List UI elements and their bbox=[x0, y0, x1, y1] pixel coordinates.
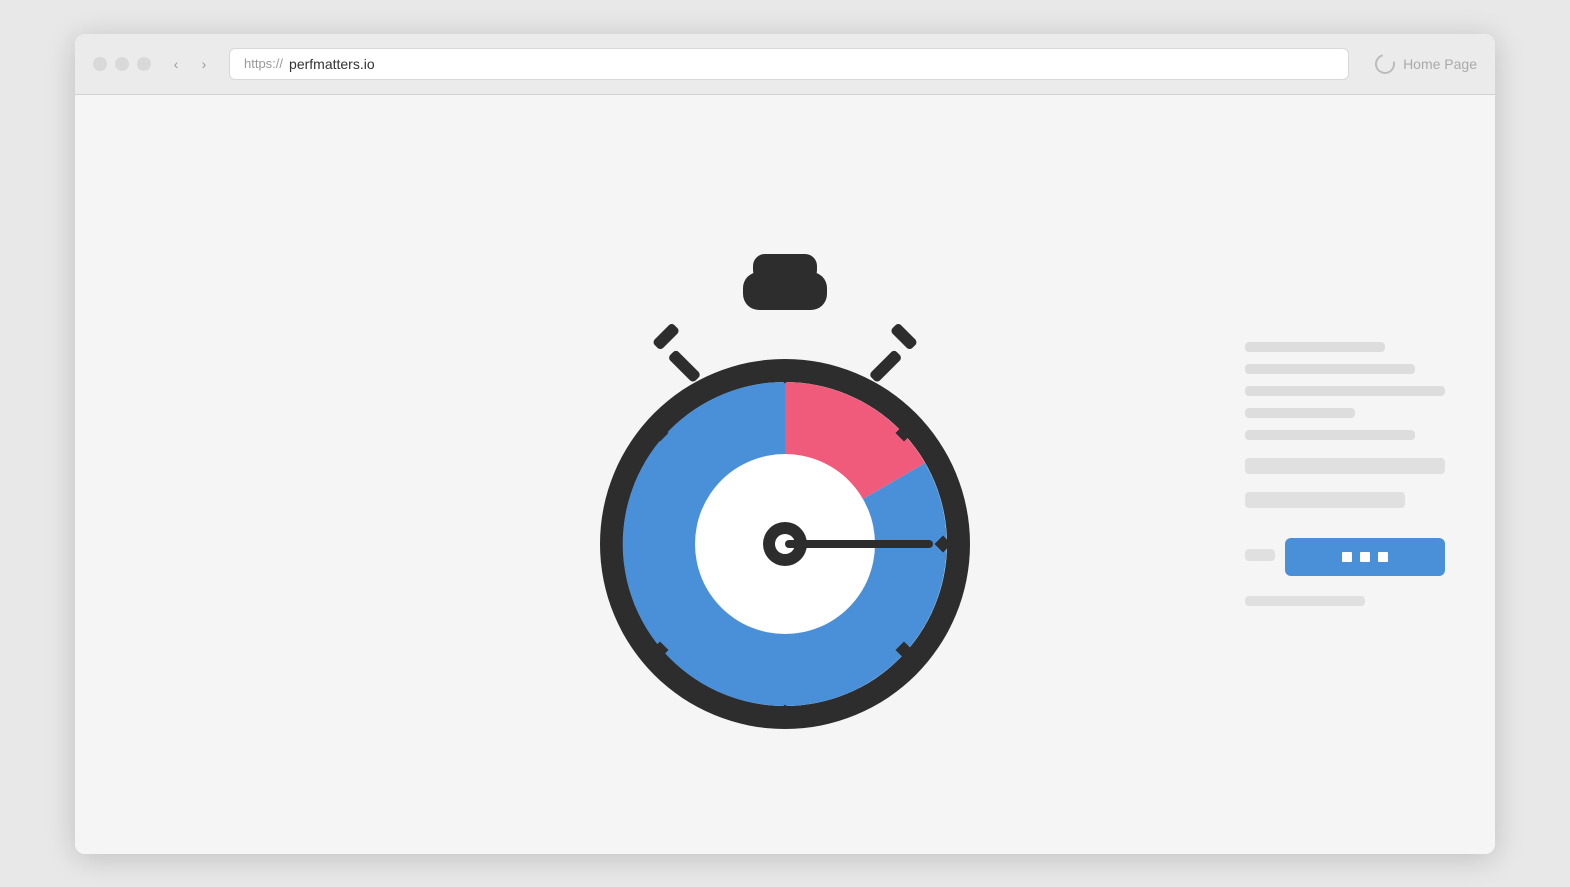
browser-content bbox=[75, 95, 1495, 854]
placeholder-line-5 bbox=[1245, 430, 1415, 440]
back-button[interactable]: ‹ bbox=[165, 53, 187, 75]
url-protocol: https:// bbox=[244, 56, 283, 71]
reload-button[interactable]: Home Page bbox=[1375, 54, 1477, 74]
browser-window: ‹ › https:// perfmatters.io Home Page bbox=[75, 34, 1495, 854]
address-bar[interactable]: https:// perfmatters.io bbox=[229, 48, 1349, 80]
cta-dot-1 bbox=[1342, 552, 1352, 562]
forward-button[interactable]: › bbox=[193, 53, 215, 75]
stopwatch-illustration bbox=[575, 214, 995, 734]
nav-buttons: ‹ › bbox=[165, 53, 215, 75]
cta-dot-2 bbox=[1360, 552, 1370, 562]
placeholder-block-1 bbox=[1245, 458, 1445, 474]
placeholder-line-2 bbox=[1245, 364, 1415, 374]
placeholder-block-4 bbox=[1245, 596, 1365, 606]
cta-dot-3 bbox=[1378, 552, 1388, 562]
maximize-button[interactable] bbox=[137, 57, 151, 71]
url-domain: perfmatters.io bbox=[289, 56, 375, 72]
placeholder-line-3 bbox=[1245, 386, 1445, 396]
browser-toolbar: ‹ › https:// perfmatters.io Home Page bbox=[75, 34, 1495, 95]
traffic-lights bbox=[93, 57, 151, 71]
reload-icon bbox=[1371, 50, 1398, 77]
minimize-button[interactable] bbox=[115, 57, 129, 71]
placeholder-line-4 bbox=[1245, 408, 1355, 418]
cta-button[interactable] bbox=[1285, 538, 1445, 576]
close-button[interactable] bbox=[93, 57, 107, 71]
placeholder-block-3 bbox=[1245, 549, 1275, 561]
placeholder-block-2 bbox=[1245, 492, 1405, 508]
right-panel bbox=[1245, 342, 1445, 606]
placeholder-line-1 bbox=[1245, 342, 1385, 352]
home-page-label: Home Page bbox=[1403, 56, 1477, 72]
